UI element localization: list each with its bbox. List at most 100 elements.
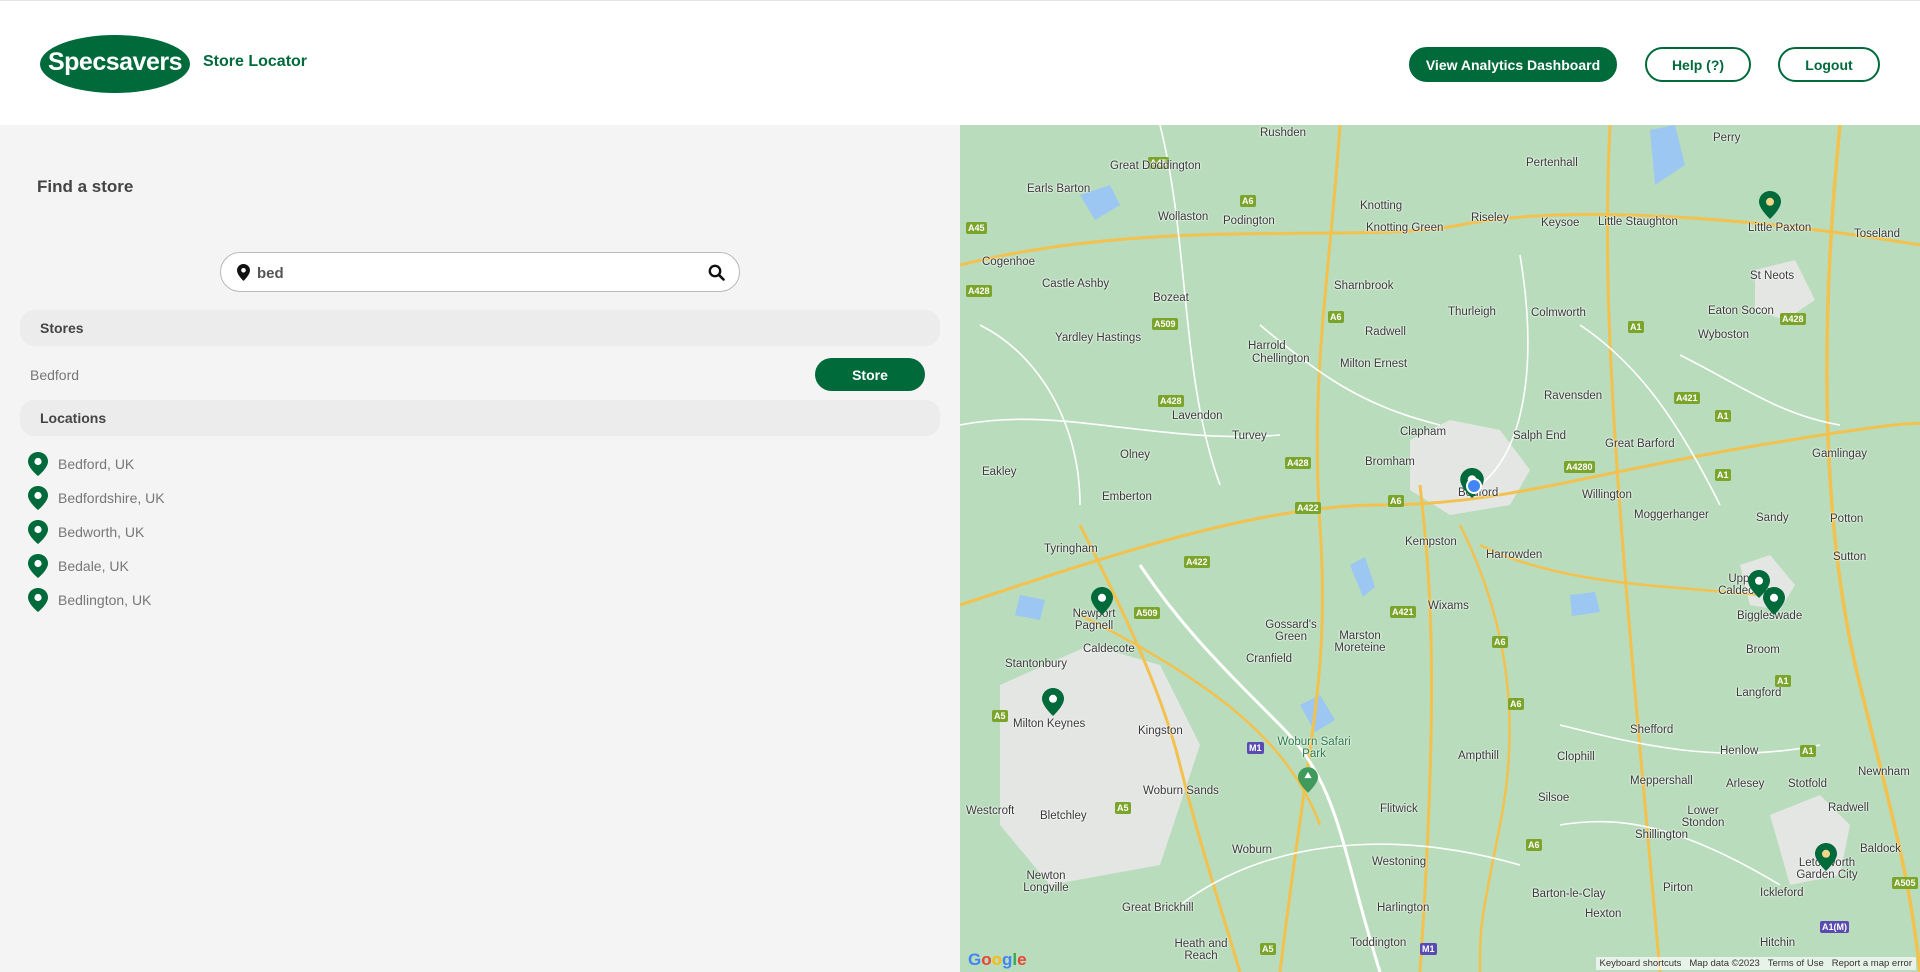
map-view[interactable]: A45 A45 A428 A6 A509 A428 A6 A1 A428 A42… — [960, 125, 1920, 972]
specsavers-logo[interactable]: Specsavers — [40, 35, 190, 93]
location-label: Bedfordshire, UK — [58, 490, 165, 506]
location-pin-icon — [28, 486, 48, 510]
search-box[interactable] — [220, 252, 740, 292]
map-town-label: Yardley Hastings — [1055, 332, 1142, 344]
location-item[interactable]: Bedfordshire, UK — [28, 481, 165, 515]
map-town-label: Ampthill — [1458, 750, 1499, 762]
map-town-label: St Neots — [1750, 270, 1795, 282]
road-shield: A6 — [1508, 698, 1524, 710]
location-label: Bedlington, UK — [58, 592, 152, 608]
map-town-label: Cogenhoe — [982, 256, 1036, 268]
map-town-label: Broom — [1746, 644, 1780, 656]
terms-of-use-link[interactable]: Terms of Use — [1768, 958, 1824, 969]
map-town-label: Perry — [1713, 132, 1741, 144]
map-town-label: Kempston — [1405, 536, 1457, 548]
location-item[interactable]: Bedworth, UK — [28, 515, 165, 549]
store-marker[interactable] — [1763, 587, 1785, 615]
map-town-label: Kingston — [1138, 725, 1183, 737]
location-label: Bedford, UK — [58, 456, 135, 472]
map-town-label: Flitwick — [1380, 803, 1418, 815]
map-town-label: Cranfield — [1246, 653, 1293, 665]
map-town-label: Marston Moreteine — [1334, 630, 1386, 654]
map-town-label: Ickleford — [1760, 887, 1804, 899]
location-pin-icon — [237, 264, 250, 281]
store-marker[interactable] — [1042, 688, 1064, 716]
road-shield: A428 — [1285, 457, 1311, 469]
store-finder-panel: Find a store Stores Bedford Store Locati… — [0, 125, 960, 972]
road-shield: A1 — [1775, 675, 1791, 687]
search-icon[interactable] — [708, 264, 725, 281]
map-town-label: Little Staughton — [1598, 216, 1678, 228]
location-item[interactable]: Bedale, UK — [28, 549, 165, 583]
search-input[interactable] — [257, 261, 697, 285]
location-item[interactable]: Bedford, UK — [28, 447, 165, 481]
map-town-label: Ravensden — [1544, 390, 1603, 402]
map-town-label: Milton Ernest — [1340, 358, 1408, 370]
map-town-label: Riseley — [1471, 212, 1509, 224]
map-town-label: Wyboston — [1698, 329, 1750, 341]
view-analytics-dashboard-button[interactable]: View Analytics Dashboard — [1409, 47, 1617, 82]
road-shield: A5 — [992, 710, 1008, 722]
store-marker[interactable] — [1815, 843, 1837, 871]
logout-button[interactable]: Logout — [1778, 47, 1880, 82]
road-shield: A428 — [1780, 313, 1806, 325]
map-town-label: Earls Barton — [1027, 183, 1091, 195]
map-town-label: Bromham — [1365, 456, 1415, 468]
road-shield: A6 — [1388, 495, 1404, 507]
road-shield: A421 — [1390, 606, 1416, 618]
map-town-label: Olney — [1120, 449, 1151, 461]
map-town-label: Great Doddington — [1110, 160, 1201, 172]
map-town-label: Radwell — [1828, 802, 1869, 814]
map-town-label: Tyringham — [1044, 543, 1098, 555]
store-name: Bedford — [30, 367, 80, 383]
map-town-label: Podington — [1223, 215, 1275, 227]
keyboard-shortcuts-link[interactable]: Keyboard shortcuts — [1600, 958, 1682, 969]
road-shield: A5 — [1115, 802, 1131, 814]
map-town-label: Salph End — [1513, 430, 1567, 442]
store-button[interactable]: Store — [815, 358, 925, 391]
map-town-label: Thurleigh — [1448, 306, 1496, 318]
road-shield: A1 — [1715, 410, 1731, 422]
map-base — [960, 125, 1920, 972]
locations-list: Bedford, UK Bedfordshire, UK Bedworth, U… — [28, 447, 165, 617]
map-town-label: Bozeat — [1153, 292, 1189, 304]
app-header: Specsavers Store Locator View Analytics … — [0, 0, 1920, 125]
location-pin-icon — [28, 588, 48, 612]
map-town-label: Heath and Reach — [1174, 938, 1228, 962]
map-town-label: Lavendon — [1172, 410, 1223, 422]
map-town-label: Moggerhanger — [1634, 509, 1709, 521]
park-marker[interactable] — [1298, 767, 1318, 793]
map-town-label: Woburn — [1232, 844, 1273, 856]
map-town-label: Westoning — [1372, 856, 1427, 868]
map-town-label: Silsoe — [1538, 792, 1570, 804]
map-town-label: Caldecote — [1083, 643, 1135, 655]
road-shield: A428 — [966, 285, 992, 297]
map-town-label: Henlow — [1720, 745, 1759, 757]
map-town-label: Newnham — [1858, 766, 1910, 778]
location-item[interactable]: Bedlington, UK — [28, 583, 165, 617]
road-shield: A1(M) — [1820, 921, 1849, 933]
map-town-label: Eaton Socon — [1708, 305, 1774, 317]
help-button[interactable]: Help (?) — [1645, 47, 1751, 82]
map-town-label: Keysoe — [1541, 217, 1580, 229]
map-town-label: Westcroft — [966, 805, 1015, 817]
store-marker[interactable] — [1091, 587, 1113, 615]
road-shield: A509 — [1152, 318, 1178, 330]
map-town-label: Great Brickhill — [1122, 902, 1194, 914]
map-town-label: Radwell — [1365, 326, 1406, 338]
report-map-error-link[interactable]: Report a map error — [1832, 958, 1912, 969]
map-town-label: Wixams — [1428, 600, 1469, 612]
road-shield: A45 — [966, 222, 987, 234]
map-town-label: Toddington — [1350, 937, 1407, 949]
page-subtitle: Store Locator — [203, 53, 308, 70]
map-town-label: Gamlingay — [1812, 448, 1867, 460]
store-marker[interactable] — [1759, 191, 1781, 219]
map-town-label: Eakley — [982, 466, 1017, 478]
map-town-label: Toseland — [1854, 228, 1901, 240]
store-row: Bedford Store — [30, 357, 925, 393]
road-shield: A421 — [1674, 392, 1700, 404]
road-shield: A1 — [1715, 469, 1731, 481]
google-logo: Google — [968, 950, 1027, 969]
map-town-label: Barton-le-Clay — [1532, 888, 1606, 900]
map-town-label: Pertenhall — [1526, 157, 1578, 169]
